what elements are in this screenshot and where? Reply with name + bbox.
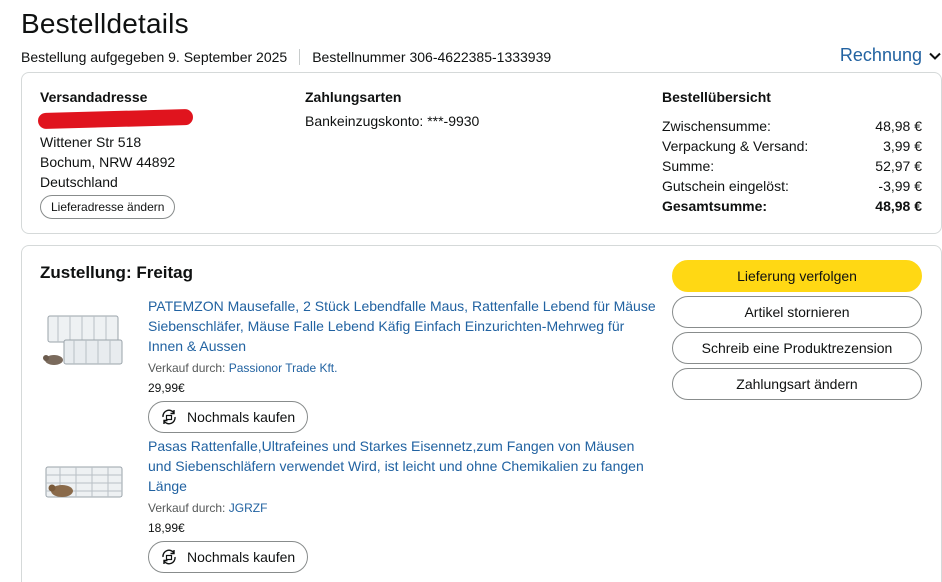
seller-link[interactable]: Passionor Trade Kft. <box>229 361 338 375</box>
track-delivery-button[interactable]: Lieferung verfolgen <box>672 260 922 292</box>
summary-table: Zwischensumme: 48,98 € Verpackung & Versa… <box>662 116 922 216</box>
shipping-address: Wittener Str 518 Bochum, NRW 44892 Deuts… <box>40 132 175 192</box>
summary-row: Summe: 52,97 € <box>662 156 922 176</box>
product-image-rat-trap[interactable] <box>38 451 128 521</box>
page-title: Bestelldetails <box>21 8 189 39</box>
summary-row: Verpackung & Versand: 3,99 € <box>662 136 922 156</box>
summary-label: Verpackung & Versand: <box>662 138 809 154</box>
product-price: 18,99€ <box>148 521 185 535</box>
invoice-dropdown[interactable]: Rechnung <box>840 45 942 66</box>
change-address-button[interactable]: Lieferadresse ändern <box>40 195 176 219</box>
product-price: 29,99€ <box>148 381 185 395</box>
seller-link[interactable]: JGRZF <box>229 501 268 515</box>
buy-again-button[interactable]: Nochmals kaufen <box>148 401 309 433</box>
order-date: Bestellung aufgegeben 9. September 2025 <box>21 49 288 65</box>
seller-prefix: Verkauf durch: <box>148 501 226 515</box>
summary-label: Summe: <box>662 158 715 174</box>
buy-again-label: Nochmals kaufen <box>187 549 296 565</box>
seller-prefix: Verkauf durch: <box>148 361 226 375</box>
summary-label: Zwischensumme: <box>662 118 771 134</box>
address-line: Bochum, NRW 44892 <box>40 154 176 170</box>
seller-info: Verkauf durch: Passionor Trade Kft. <box>148 361 337 375</box>
product-image-mousetrap-pair[interactable] <box>38 308 128 378</box>
product-title-link[interactable]: Pasas Rattenfalle,Ultrafeines und Starke… <box>148 436 658 496</box>
delivery-card: Zustellung: Freitag PATEMZON Mausefalle,… <box>21 245 942 582</box>
summary-value: 48,98 € <box>875 198 922 214</box>
invoice-label: Rechnung <box>839 45 922 65</box>
summary-total-row: Gesamtsumme: 48,98 € <box>662 196 922 216</box>
product-title-link[interactable]: PATEMZON Mausefalle, 2 Stück Lebendfalle… <box>148 296 658 356</box>
order-summary-card: Versandadresse Wittener Str 518 Bochum, … <box>21 72 942 234</box>
summary-row: Zwischensumme: 48,98 € <box>662 116 922 136</box>
payment-method: Bankeinzugskonto: ***-9930 <box>305 113 480 129</box>
seller-info: Verkauf durch: JGRZF <box>148 501 267 515</box>
summary-label: Gutschein eingelöst: <box>662 178 789 194</box>
summary-value: 48,98 € <box>875 118 922 134</box>
summary-value: -3,99 € <box>878 178 922 194</box>
order-number: Bestellnummer 306-4622385-1333939 <box>312 49 552 65</box>
payment-title: Zahlungsarten <box>305 89 402 105</box>
reorder-icon <box>162 409 176 425</box>
address-line: Wittener Str 518 <box>40 134 142 150</box>
summary-value: 52,97 € <box>875 158 922 174</box>
buy-again-button[interactable]: Nochmals kaufen <box>148 541 309 573</box>
summary-label: Gesamtsumme: <box>662 198 768 214</box>
chevron-down-icon <box>929 52 941 60</box>
redacted-name <box>37 108 194 130</box>
divider <box>299 49 301 65</box>
delivery-title: Zustellung: Freitag <box>40 263 193 282</box>
change-payment-button[interactable]: Zahlungsart ändern <box>672 368 922 400</box>
summary-row: Gutschein eingelöst: -3,99 € <box>662 176 922 196</box>
shipping-address-title: Versandadresse <box>40 89 148 105</box>
action-buttons: Lieferung verfolgen Artikel stornieren S… <box>672 260 922 404</box>
cancel-items-button[interactable]: Artikel stornieren <box>672 296 922 328</box>
summary-value: 3,99 € <box>883 138 922 154</box>
summary-title: Bestellübersicht <box>662 89 771 105</box>
address-line: Deutschland <box>40 174 118 190</box>
buy-again-label: Nochmals kaufen <box>187 409 296 425</box>
order-meta: Bestellung aufgegeben 9. September 2025 … <box>21 49 551 65</box>
reorder-icon <box>162 549 176 565</box>
write-review-button[interactable]: Schreib eine Produktrezension <box>672 332 922 364</box>
